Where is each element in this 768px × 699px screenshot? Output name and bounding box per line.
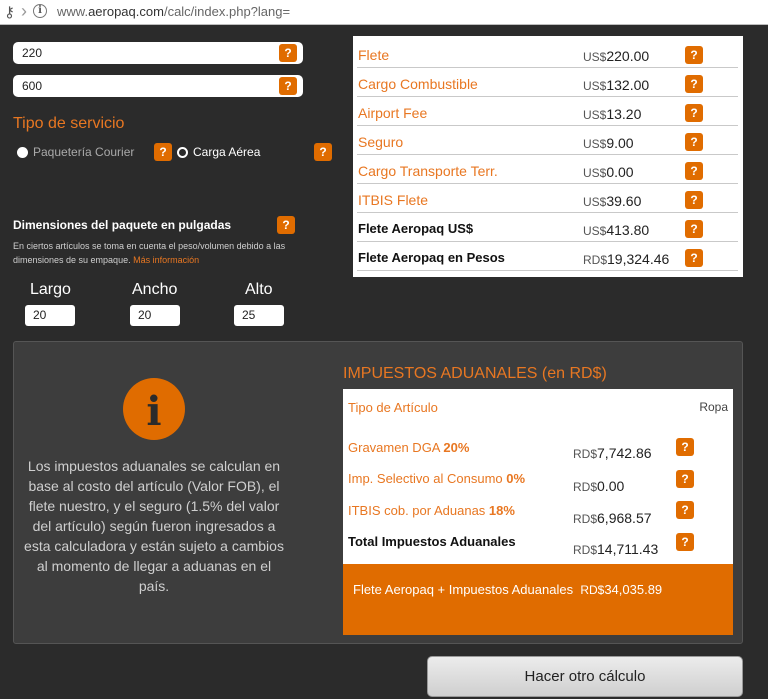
- result-row-itbis: ITBIS Flete US$39.60 ?: [357, 185, 738, 213]
- dimensions-help-button[interactable]: ?: [277, 216, 295, 234]
- result-value: RD$19,324.46: [583, 251, 670, 267]
- length-input[interactable]: 20: [25, 305, 75, 326]
- width-label: Ancho: [132, 281, 178, 298]
- grand-total-label: Flete Aeropaq + Impuestos Aduanales RD$3…: [353, 582, 663, 597]
- help-button[interactable]: ?: [685, 220, 703, 238]
- width-input[interactable]: 20: [130, 305, 180, 326]
- air-cargo-option-label[interactable]: Carga Aérea: [193, 145, 260, 159]
- url-domain: aeropaq.com: [88, 4, 164, 19]
- url-path: /calc/index.php?lang=: [163, 4, 291, 19]
- total-customs-value: RD$14,711.43: [573, 541, 659, 557]
- help-button[interactable]: ?: [685, 249, 703, 267]
- total-customs-label: Total Impuestos Aduanales: [348, 534, 516, 549]
- gravamen-label: Gravamen DGA 20%: [348, 440, 470, 455]
- result-label: Cargo Combustible: [358, 76, 478, 92]
- courier-option-label[interactable]: Paquetería Courier: [33, 145, 134, 159]
- customs-taxes-title: IMPUESTOS ADUANALES (en RD$): [343, 365, 607, 382]
- info-icon[interactable]: i: [33, 4, 47, 18]
- height-label: Alto: [245, 281, 273, 298]
- result-value: US$9.00: [583, 135, 634, 151]
- item-value-input[interactable]: 220: [13, 42, 303, 64]
- customs-info-text: Los impuestos aduanales se calculan en b…: [24, 458, 284, 594]
- more-info-link[interactable]: Más información: [133, 255, 199, 265]
- help-button[interactable]: ?: [685, 104, 703, 122]
- key-icon: ⚷: [4, 4, 15, 21]
- dimensions-title: Dimensiones del paquete en pulgadas: [13, 218, 232, 232]
- customs-taxes-table: Tipo de Artículo Ropa Gravamen DGA 20% R…: [343, 389, 733, 564]
- radio-courier[interactable]: [17, 147, 28, 158]
- total-customs-help-button[interactable]: ?: [676, 533, 694, 551]
- browser-address-bar[interactable]: ⚷ › i www.aeropaq.com/calc/index.php?lan…: [0, 0, 768, 25]
- result-row-flete: Flete US$220.00 ?: [357, 40, 738, 68]
- help-button[interactable]: ?: [685, 75, 703, 93]
- help-button[interactable]: ?: [685, 162, 703, 180]
- itbis-customs-value: RD$6,968.57: [573, 510, 652, 526]
- selectivo-label: Imp. Selectivo al Consumo 0%: [348, 471, 526, 486]
- url-prefix: www.: [57, 4, 89, 19]
- freight-results-table: Flete US$220.00 ? Cargo Combustible US$1…: [353, 36, 743, 277]
- selectivo-value: RD$0.00: [573, 478, 625, 494]
- radio-air-cargo[interactable]: [177, 147, 188, 158]
- air-cargo-help-button[interactable]: ?: [314, 143, 332, 161]
- weight-input[interactable]: 600: [13, 75, 303, 97]
- result-label: Seguro: [358, 134, 404, 150]
- url-text[interactable]: www.aeropaq.com/calc/index.php?lang=: [57, 4, 290, 19]
- result-value: US$13.20: [583, 106, 642, 122]
- result-row-insurance: Seguro US$9.00 ?: [357, 127, 738, 155]
- info-circle-icon: i: [123, 378, 185, 440]
- result-label: Flete Aeropaq US$: [358, 221, 474, 236]
- help-button[interactable]: ?: [685, 191, 703, 209]
- dimensions-note: En ciertos artículos se toma en cuenta e…: [13, 239, 303, 267]
- weight-help-button[interactable]: ?: [279, 77, 297, 95]
- result-row-total-pesos: Flete Aeropaq en Pesos RD$19,324.46 ?: [357, 243, 738, 271]
- selectivo-help-button[interactable]: ?: [676, 470, 694, 488]
- length-label: Largo: [30, 281, 71, 298]
- gravamen-value: RD$7,742.86: [573, 445, 652, 461]
- result-value: US$413.80: [583, 222, 650, 238]
- courier-help-button[interactable]: ?: [154, 143, 172, 161]
- result-row-fuel: Cargo Combustible US$132.00 ?: [357, 69, 738, 97]
- help-button[interactable]: ?: [685, 133, 703, 151]
- result-label: ITBIS Flete: [358, 192, 429, 208]
- result-label: Flete: [358, 47, 390, 63]
- article-type-label: Tipo de Artículo: [348, 400, 438, 415]
- grand-total-bar: Flete Aeropaq + Impuestos Aduanales RD$3…: [343, 564, 733, 635]
- service-type-title: Tipo de servicio: [13, 115, 125, 132]
- result-label: Flete Aeropaq en Pesos: [358, 250, 505, 265]
- result-row-airport-fee: Airport Fee US$13.20 ?: [357, 98, 738, 126]
- gravamen-help-button[interactable]: ?: [676, 438, 694, 456]
- result-label: Cargo Transporte Terr.: [358, 163, 498, 179]
- result-value: US$220.00: [583, 48, 650, 64]
- help-button[interactable]: ?: [685, 46, 703, 64]
- result-row-total-usd: Flete Aeropaq US$ US$413.80 ?: [357, 214, 738, 242]
- separator-icon: ›: [21, 1, 27, 21]
- article-type-value[interactable]: Ropa: [699, 400, 728, 414]
- itbis-customs-label: ITBIS cob. por Aduanas 18%: [348, 503, 515, 518]
- item-value-help-button[interactable]: ?: [279, 44, 297, 62]
- itbis-customs-help-button[interactable]: ?: [676, 501, 694, 519]
- recalculate-button[interactable]: Hacer otro cálculo: [427, 656, 743, 697]
- result-value: US$132.00: [583, 77, 650, 93]
- height-input[interactable]: 25: [234, 305, 284, 326]
- result-value: US$39.60: [583, 193, 642, 209]
- result-value: US$0.00: [583, 164, 634, 180]
- result-row-ground-transport: Cargo Transporte Terr. US$0.00 ?: [357, 156, 738, 184]
- result-label: Airport Fee: [358, 105, 428, 121]
